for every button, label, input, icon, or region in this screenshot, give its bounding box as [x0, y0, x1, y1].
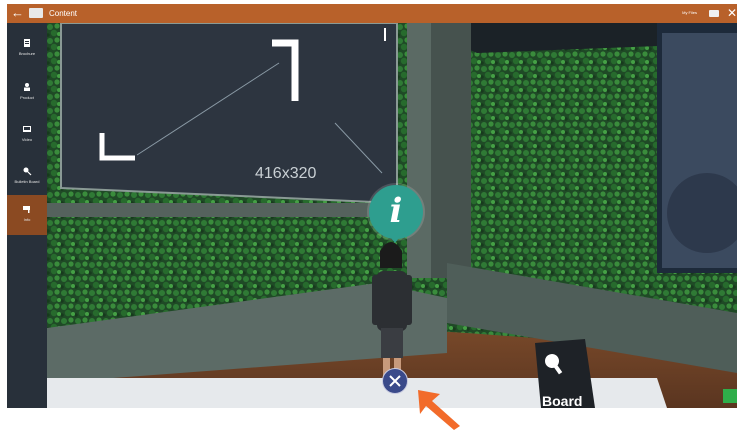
sidebar-item-label: Video	[21, 137, 33, 142]
sidebar-item-bulletin-board[interactable]: Bulletin Board	[7, 157, 47, 195]
sidebar-item-video[interactable]: Video	[7, 115, 47, 153]
top-bar: ← Content My Files ✕	[7, 4, 737, 23]
product-icon	[24, 83, 30, 91]
board-sign-label: Board	[542, 393, 583, 408]
folder-icon[interactable]	[709, 10, 719, 17]
edit-tools-button[interactable]	[382, 368, 408, 394]
my-files-label[interactable]: My Files	[682, 10, 697, 16]
info-flag-icon	[23, 206, 30, 213]
info-icon: i	[389, 191, 403, 231]
sidebar-item-brochure[interactable]: Brochure	[7, 29, 47, 67]
pointer-arrow-icon	[418, 390, 460, 430]
brochure-icon	[24, 39, 30, 47]
sidebar-item-label: Product	[20, 95, 34, 100]
video-icon	[23, 126, 31, 132]
info-bubble-button[interactable]: i	[369, 185, 423, 239]
sidebar: Brochure Product Video Bulletin Board In…	[7, 23, 47, 408]
sidebar-item-product[interactable]: Product	[7, 73, 47, 111]
virtual-booth-scene[interactable]: 416x320 i Board	[47, 23, 737, 408]
close-icon[interactable]: ✕	[727, 5, 737, 21]
pin-icon	[23, 167, 32, 176]
sidebar-item-label: Brochure	[18, 51, 36, 56]
info-bubble-tail	[387, 233, 403, 243]
page-title: Content	[49, 9, 78, 18]
content-app-icon	[29, 8, 43, 18]
sidebar-item-info[interactable]: Info	[7, 195, 47, 235]
panel-size-label: 416x320	[255, 165, 317, 182]
back-arrow-icon[interactable]: ←	[11, 5, 24, 21]
sidebar-item-label: Bulletin Board	[14, 179, 40, 184]
crossed-tools-icon	[389, 375, 401, 387]
sidebar-item-label: Info	[23, 217, 31, 222]
